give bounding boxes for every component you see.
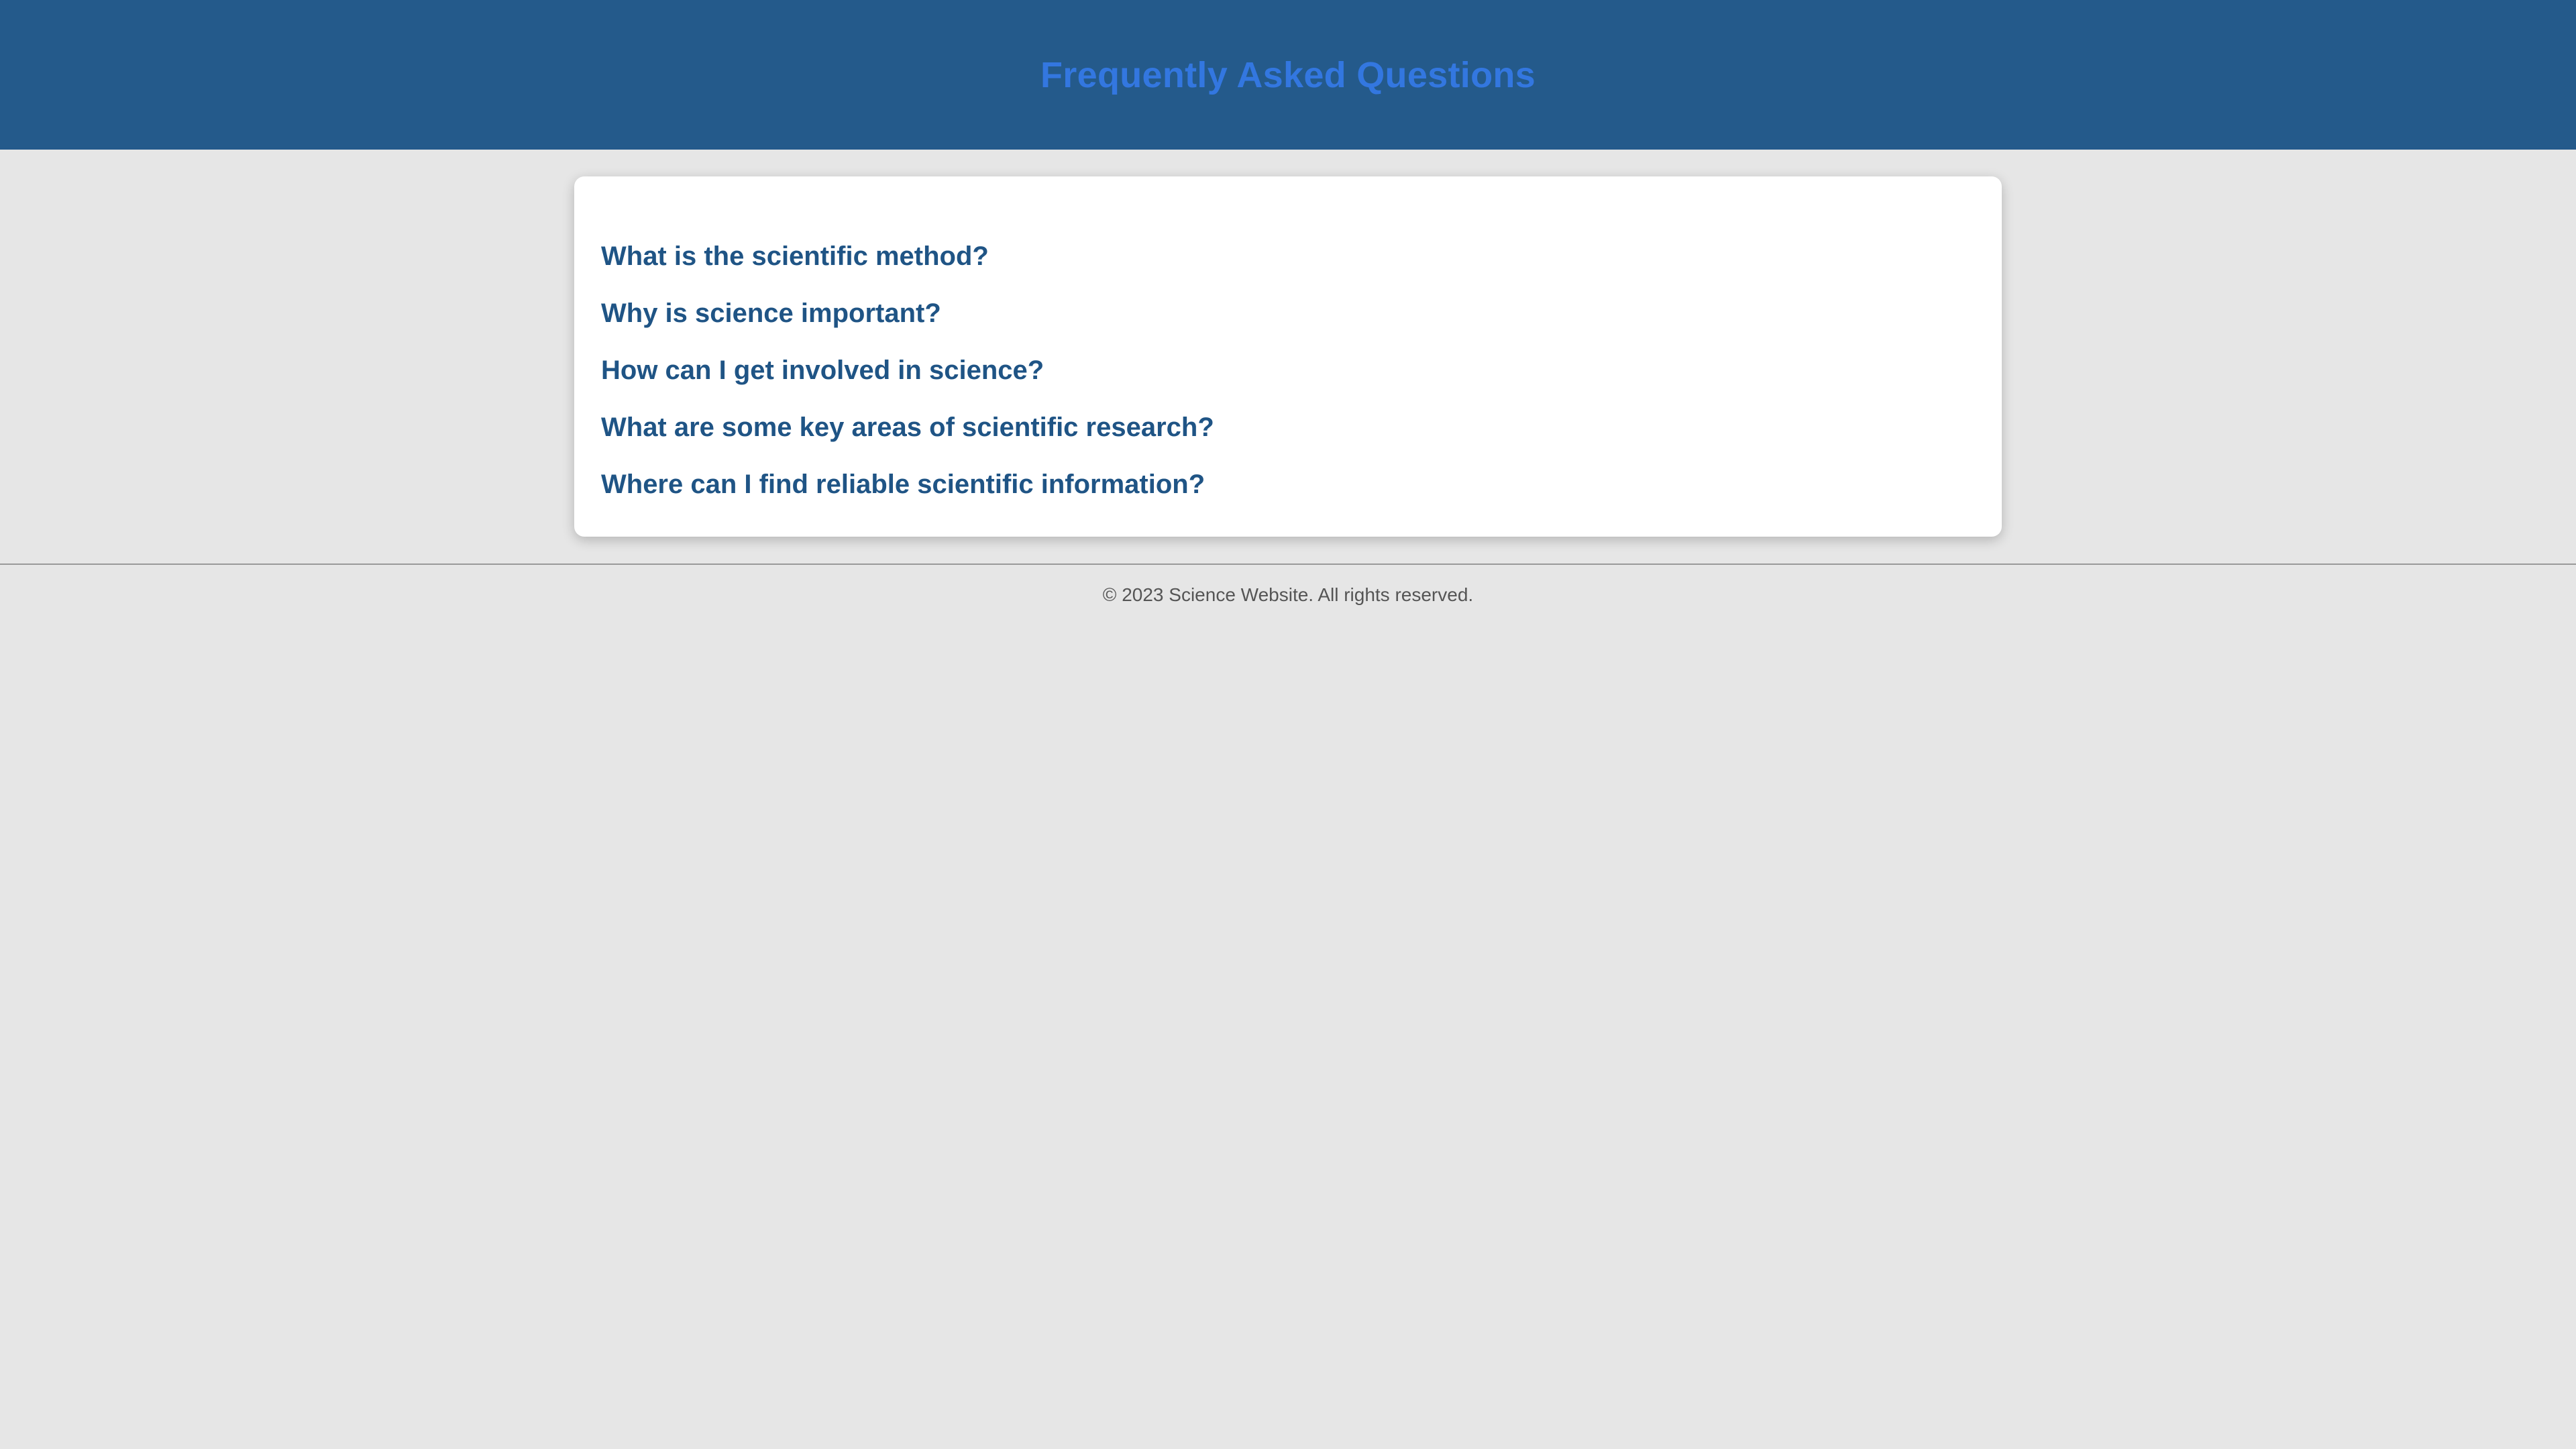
faq-question-get-involved[interactable]: How can I get involved in science? [601, 357, 1044, 384]
faq-question-why-science-important[interactable]: Why is science important? [601, 300, 941, 327]
faq-item: Why is science important? [601, 284, 1214, 341]
faq-item: How can I get involved in science? [601, 341, 1214, 398]
faq-list: What is the scientific method? Why is sc… [601, 227, 1214, 513]
faq-question-scientific-method[interactable]: What is the scientific method? [601, 243, 989, 270]
faq-question-reliable-information[interactable]: Where can I find reliable scientific inf… [601, 471, 1205, 498]
site-footer: © 2023 Science Website. All rights reser… [0, 578, 2576, 612]
faq-card: What is the scientific method? Why is sc… [574, 176, 2002, 537]
page-title: Frequently Asked Questions [1040, 54, 1536, 95]
faq-item: What are some key areas of scientific re… [601, 398, 1214, 455]
faq-item: Where can I find reliable scientific inf… [601, 455, 1214, 513]
faq-item: What is the scientific method? [601, 227, 1214, 284]
site-header: Frequently Asked Questions [0, 0, 2576, 150]
footer-copyright: © 2023 Science Website. All rights reser… [1102, 584, 1474, 605]
faq-question-research-areas[interactable]: What are some key areas of scientific re… [601, 414, 1214, 441]
footer-divider [0, 564, 2576, 565]
